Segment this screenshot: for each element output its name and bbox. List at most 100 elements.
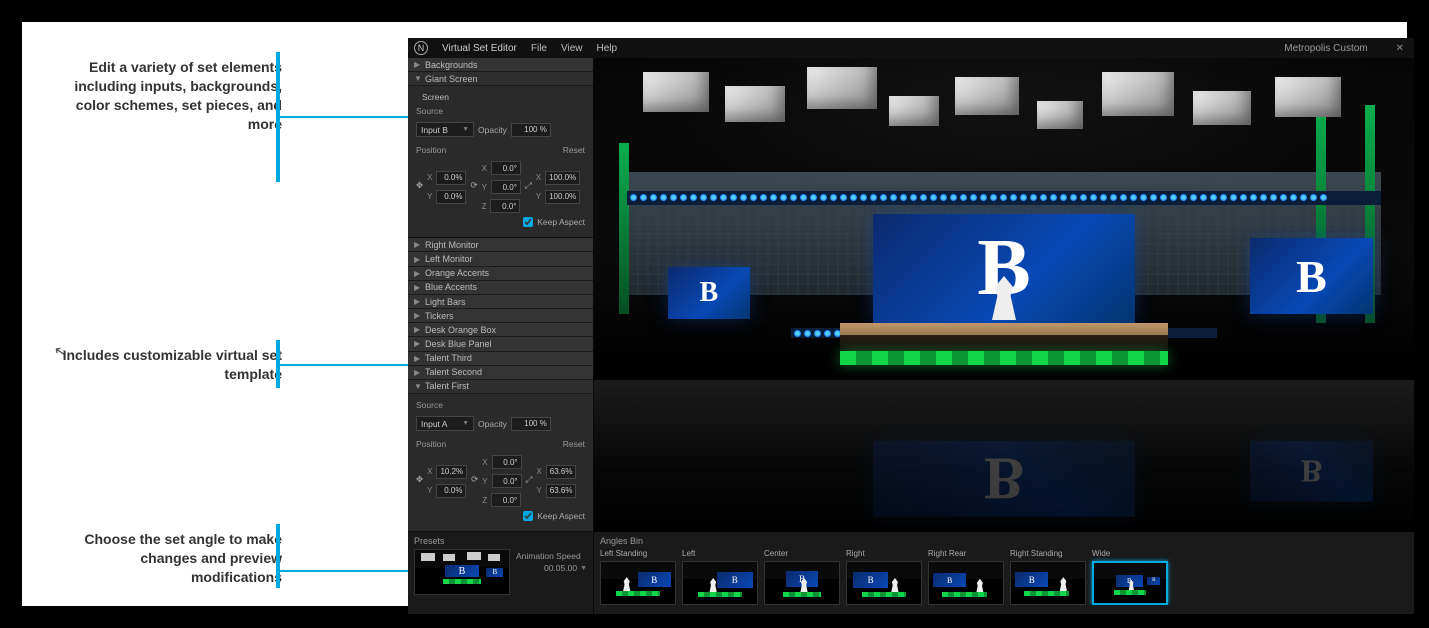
anim-speed-label: Animation Speed (516, 551, 581, 561)
annotation-canvas: ↖ Edit a variety of set elements includi… (22, 22, 1407, 606)
angle-wide[interactable]: Wide B B (1092, 549, 1168, 605)
chevron-right-icon: ▶ (414, 339, 422, 348)
rot-x[interactable]: 0.0° (491, 161, 521, 175)
tree-giant-screen[interactable]: ▼ Giant Screen (408, 72, 593, 86)
rotate-icon[interactable]: ⟳ (471, 474, 478, 485)
tree-item[interactable]: ▶Desk Orange Box (408, 323, 593, 337)
chevron-down-icon: ▼ (414, 382, 422, 391)
mini-letter: B (638, 572, 671, 587)
tree-item[interactable]: ▶Right Monitor (408, 238, 593, 252)
opacity-field[interactable]: 100 % (511, 123, 551, 137)
angle-label: Wide (1092, 549, 1168, 561)
position-label: Position (416, 439, 446, 449)
mini-letter: B (1116, 575, 1143, 587)
rot-z[interactable]: 0.0° (490, 199, 520, 213)
scale-icon[interactable]: ⤢ (525, 180, 532, 191)
rotate-icon[interactable]: ⟳ (470, 180, 477, 191)
angle-left-standing[interactable]: Left Standing B (600, 549, 676, 605)
callout-1-text: Edit a variety of set elements including… (52, 58, 282, 134)
ceiling-cube (1275, 77, 1341, 117)
move-icon[interactable]: ✥ (416, 474, 423, 485)
source-select-2[interactable]: Input A ▼ (416, 416, 474, 431)
opacity-field-2[interactable]: 100 % (511, 417, 551, 431)
reset-button[interactable]: Reset (563, 145, 585, 155)
pos-y1[interactable]: 0.0% (436, 190, 466, 204)
mini-letter: B (933, 573, 966, 587)
rot-xb[interactable]: 0.0° (492, 455, 522, 469)
presets-column: Presets B B (408, 532, 594, 614)
chevron-right-icon: ▶ (414, 325, 422, 334)
studio-floor: B B (594, 380, 1414, 532)
pos-x1[interactable]: 0.0% (436, 171, 466, 185)
rot-zb[interactable]: 0.0° (491, 493, 521, 507)
scale-xb[interactable]: 63.6% (546, 465, 577, 479)
ceiling-cube (1193, 91, 1251, 125)
tree-talent-first[interactable]: ▼ Talent First (408, 380, 593, 394)
menu-file[interactable]: File (531, 43, 547, 54)
reset-button[interactable]: Reset (563, 439, 585, 449)
presets-title: Presets (414, 536, 587, 546)
x-label: X (536, 467, 541, 476)
chevron-right-icon: ▶ (414, 240, 422, 249)
angles-title: Angles Bin (600, 536, 1408, 546)
menu-help[interactable]: Help (596, 43, 617, 54)
close-button[interactable]: ✕ (1392, 43, 1408, 54)
tree-item[interactable]: ▶Blue Accents (408, 281, 593, 295)
tree-item[interactable]: ▶Tickers (408, 309, 593, 323)
element-sidebar: ▶ Backgrounds ▼ Giant Screen Screen Sour… (408, 58, 594, 532)
mini-letter: B (445, 565, 479, 577)
tree-label: Desk Orange Box (425, 325, 496, 335)
tree-item[interactable]: ▶Orange Accents (408, 267, 593, 281)
move-icon[interactable]: ✥ (416, 180, 423, 191)
scale-icon[interactable]: ⤢ (526, 474, 533, 485)
tree-backgrounds[interactable]: ▶ Backgrounds (408, 58, 593, 72)
angle-right-standing[interactable]: Right Standing B (1010, 549, 1086, 605)
preset-thumbnail[interactable]: B B (414, 549, 510, 595)
keep-aspect-label: Keep Aspect (537, 217, 585, 227)
rot-y[interactable]: 0.0° (491, 180, 521, 194)
scale-yb[interactable]: 63.6% (546, 484, 577, 498)
tree-item[interactable]: ▶Light Bars (408, 295, 593, 309)
ceiling-cube (643, 72, 709, 112)
y-label: Y (482, 183, 487, 192)
left-monitor: B (668, 267, 750, 319)
pos-y1b[interactable]: 0.0% (436, 484, 466, 498)
pos-x1b[interactable]: 10.2% (436, 465, 467, 479)
tree-item[interactable]: ▶Talent Third (408, 352, 593, 366)
angle-left[interactable]: Left B (682, 549, 758, 605)
x-label: X (536, 173, 541, 182)
keep-aspect-checkbox-2[interactable] (523, 511, 533, 521)
tree-item[interactable]: ▶Left Monitor (408, 252, 593, 266)
menu-view[interactable]: View (561, 43, 583, 54)
tree-item[interactable]: ▶Desk Blue Panel (408, 337, 593, 351)
chevron-down-icon[interactable]: ▼ (580, 565, 587, 572)
ceiling-cube (1102, 72, 1174, 116)
angle-right[interactable]: Right B (846, 549, 922, 605)
tree-item[interactable]: ▶Talent Second (408, 366, 593, 380)
tree-label: Light Bars (425, 297, 466, 307)
rot-yb[interactable]: 0.0° (492, 474, 522, 488)
titlebar: N Virtual Set Editor File View Help Metr… (408, 38, 1414, 58)
scale-x[interactable]: 100.0% (545, 171, 580, 185)
position-label: Position (416, 145, 446, 155)
green-pillar (619, 143, 629, 314)
screen-sub-label: Screen (416, 92, 585, 102)
angles-column: Angles Bin Left Standing B Left B (594, 532, 1414, 614)
set-viewport[interactable]: B B B (594, 58, 1414, 532)
keep-aspect-checkbox[interactable] (523, 217, 533, 227)
anchor-desk (840, 323, 1168, 373)
y-label: Y (427, 192, 432, 201)
y-label: Y (482, 477, 487, 486)
mini-letter: B (853, 572, 889, 588)
angle-label: Right Rear (928, 549, 1004, 561)
source-select[interactable]: Input B ▼ (416, 122, 474, 137)
angle-right-rear[interactable]: Right Rear B (928, 549, 1004, 605)
chevron-right-icon: ▶ (414, 269, 422, 278)
anim-speed-value[interactable]: 00.05.00 (544, 563, 577, 573)
ceiling-cube (1037, 101, 1083, 129)
angle-center[interactable]: Center B (764, 549, 840, 605)
scale-y[interactable]: 100.0% (545, 190, 580, 204)
mini-letter: B (717, 572, 753, 588)
opacity-label: Opacity (478, 125, 507, 135)
tree-label: Talent First (425, 381, 469, 391)
